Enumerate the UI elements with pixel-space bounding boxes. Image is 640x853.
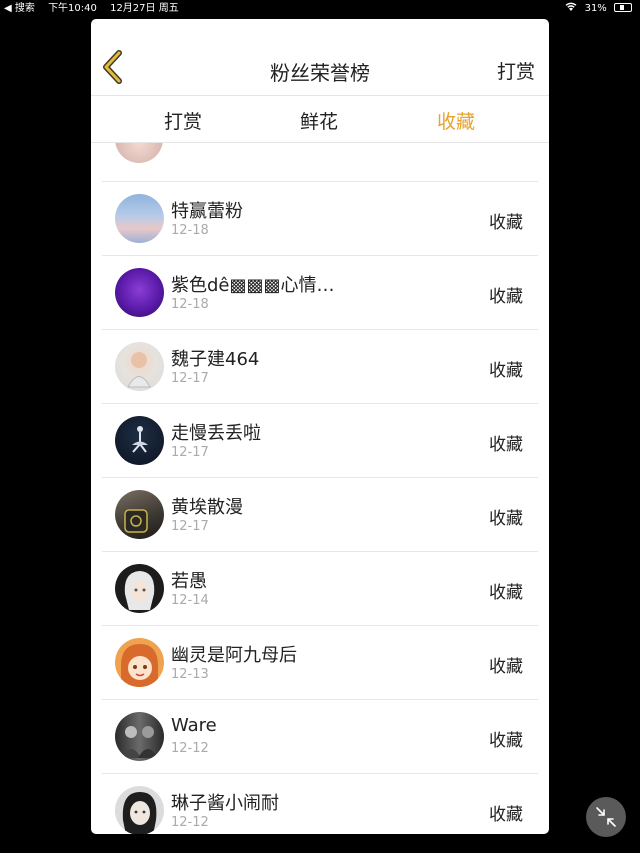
fan-name: 琳子酱小闹耐 (171, 793, 279, 814)
list-item[interactable]: 特赢蕾粉 12-18 收藏 (91, 181, 549, 255)
fan-date: 12-17 (171, 371, 209, 386)
collapse-arrows-icon (596, 807, 616, 827)
avatar (115, 143, 163, 163)
fan-action: 收藏 (489, 287, 523, 307)
divider (102, 551, 538, 552)
shrink-button[interactable] (586, 797, 626, 837)
bw-photo-icon (121, 726, 158, 758)
fan-action: 收藏 (489, 509, 523, 529)
tab-flowers[interactable]: 鲜花 (274, 107, 364, 134)
avatar[interactable] (115, 416, 164, 465)
list-item[interactable]: 琳子酱小闹耐 12-12 收藏 (91, 773, 549, 834)
fan-date: 12-12 (171, 815, 209, 830)
list-item[interactable]: Ware 12-12 收藏 (91, 699, 549, 773)
status-right: 31% (561, 0, 632, 17)
child-photo-icon (127, 352, 151, 388)
avatar[interactable] (115, 342, 164, 391)
fan-date: 12-17 (171, 445, 209, 460)
fan-action: 收藏 (489, 435, 523, 455)
battery-percent: 31% (584, 3, 607, 14)
avatar[interactable] (115, 268, 164, 317)
list-item[interactable]: 魏子建464 12-17 收藏 (91, 329, 549, 403)
fan-action: 收藏 (489, 361, 523, 381)
wifi-icon (565, 2, 580, 14)
fan-name: 走慢丢丢啦 (171, 423, 261, 444)
divider (102, 477, 538, 478)
divider (102, 773, 538, 774)
fan-name: 若愚 (171, 571, 207, 592)
list-item-partial (91, 143, 549, 163)
status-date: 12月27日 周五 (110, 3, 179, 14)
fan-action: 收藏 (489, 213, 523, 233)
fan-date: 12-17 (171, 519, 209, 534)
avatar[interactable] (115, 490, 164, 539)
fan-date: 12-12 (171, 741, 209, 756)
avatar[interactable] (115, 194, 164, 243)
battery-icon (614, 3, 632, 12)
back-to-search-link[interactable]: ◀ 搜索 (4, 3, 35, 14)
dancer-icon (132, 426, 148, 453)
avatar[interactable] (115, 712, 164, 761)
fan-date: 12-18 (171, 223, 209, 238)
fan-action: 收藏 (489, 657, 523, 677)
page-title: 粉丝荣誉榜 (270, 61, 370, 85)
fan-list[interactable]: 特赢蕾粉 12-18 收藏 紫色dê▩▩▩心情… 12-18 收藏 魏子建464… (91, 143, 549, 834)
list-item[interactable]: 紫色dê▩▩▩心情… 12-18 收藏 (91, 255, 549, 329)
battery-fill (620, 5, 624, 10)
divider (102, 699, 538, 700)
fan-name: 特赢蕾粉 (171, 201, 243, 222)
list-item[interactable]: 走慢丢丢啦 12-17 收藏 (91, 403, 549, 477)
nav-bar: 粉丝荣誉榜 打赏 (91, 19, 549, 96)
avatar[interactable] (115, 638, 164, 687)
fan-name: 魏子建464 (171, 349, 260, 370)
list-item[interactable]: 幽灵是阿九母后 12-13 收藏 (91, 625, 549, 699)
divider (102, 625, 538, 626)
tab-favorites[interactable]: 收藏 (411, 107, 501, 134)
divider (102, 255, 538, 256)
object-photo-icon (124, 509, 148, 533)
anime-girl-icon (121, 644, 158, 687)
status-bar: ◀ 搜索 下午10:40 12月27日 周五 31% (0, 0, 640, 17)
fan-name: 紫色dê▩▩▩心情… (171, 275, 335, 296)
reward-button[interactable]: 打赏 (497, 57, 535, 84)
fan-action: 收藏 (489, 583, 523, 603)
anime-white-hair-icon (124, 571, 155, 610)
fan-name: 黄埃散漫 (171, 497, 243, 518)
fan-date: 12-14 (171, 593, 209, 608)
status-time: 下午10:40 (48, 3, 97, 14)
list-item[interactable]: 若愚 12-14 收藏 (91, 551, 549, 625)
fan-date: 12-13 (171, 667, 209, 682)
divider (102, 181, 538, 182)
list-item[interactable]: 黄埃散漫 12-17 收藏 (91, 477, 549, 551)
fan-honor-card: 粉丝荣誉榜 打赏 打赏 鲜花 收藏 特赢蕾粉 12-18 收藏 紫色dê▩▩▩心… (91, 19, 549, 834)
fan-name: 幽灵是阿九母后 (171, 645, 297, 666)
tab-reward[interactable]: 打赏 (138, 107, 228, 134)
tab-bar: 打赏 鲜花 收藏 (91, 96, 549, 143)
fan-action: 收藏 (489, 731, 523, 751)
fan-date: 12-18 (171, 297, 209, 312)
portrait-icon (122, 792, 157, 834)
divider (102, 403, 538, 404)
fan-action: 收藏 (489, 805, 523, 825)
status-left: ◀ 搜索 下午10:40 12月27日 周五 (4, 0, 189, 17)
fan-name: Ware (171, 715, 217, 736)
avatar[interactable] (115, 786, 164, 834)
avatar[interactable] (115, 564, 164, 613)
divider (102, 329, 538, 330)
